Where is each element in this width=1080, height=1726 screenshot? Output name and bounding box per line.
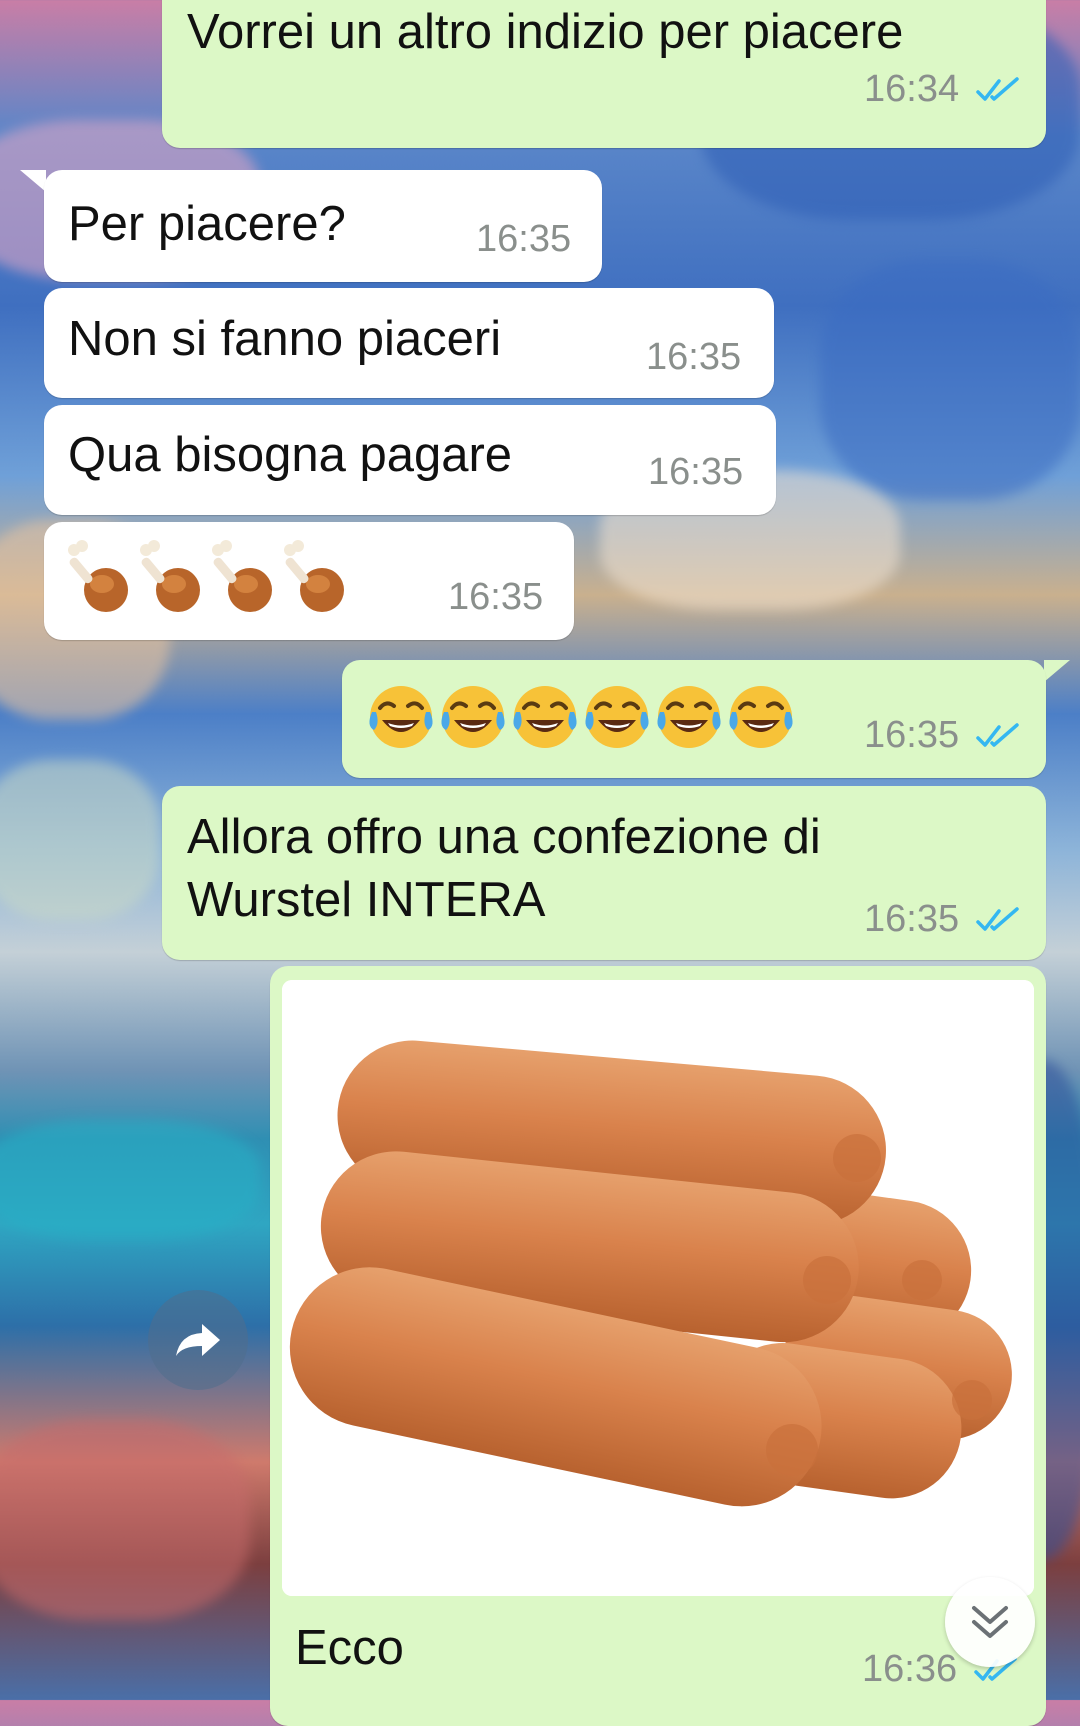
face-with-tears-of-joy-icon: [441, 686, 505, 748]
message-time: 16:35: [448, 576, 544, 618]
message-text: Vorrei un altro indizio per piacere: [187, 5, 904, 59]
image-caption: Ecco: [295, 1621, 404, 1675]
poultry-leg-icon: [212, 540, 272, 612]
message-time: 16:36: [862, 1648, 958, 1690]
emoji-row: [366, 682, 796, 752]
message-time: 16:35: [864, 714, 960, 756]
incoming-message[interactable]: Qua bisogna pagare 16:35: [44, 405, 776, 515]
message-text: Per piacere?: [68, 197, 346, 251]
double-check-icon: [976, 907, 1019, 931]
sausages-photo[interactable]: [282, 980, 1034, 1596]
outgoing-message[interactable]: Vorrei un altro indizio per piacere 16:3…: [162, 0, 1046, 148]
face-with-tears-of-joy-icon: [657, 686, 721, 748]
poultry-leg-icon: [140, 540, 200, 612]
outgoing-message[interactable]: Allora offro una confezione di Wurstel I…: [162, 786, 1046, 960]
message-time: 16:35: [864, 898, 960, 940]
face-with-tears-of-joy-icon: [369, 686, 433, 748]
incoming-message[interactable]: Non si fanno piaceri 16:35: [44, 288, 774, 398]
forward-button[interactable]: [148, 1290, 248, 1390]
double-chevron-down-icon: [972, 1606, 1008, 1638]
message-text-line: Wurstel INTERA: [187, 873, 546, 927]
message-text: Qua bisogna pagare: [68, 428, 513, 482]
double-check-icon: [976, 77, 1019, 101]
face-with-tears-of-joy-icon: [585, 686, 649, 748]
outgoing-image-message[interactable]: Ecco 16:36: [270, 966, 1046, 1726]
outgoing-message[interactable]: 16:35: [342, 660, 1046, 778]
double-check-icon: [976, 723, 1019, 747]
incoming-message[interactable]: 16:35: [44, 522, 574, 640]
message-time: 16:35: [648, 451, 744, 493]
poultry-leg-icon: [68, 540, 128, 612]
sausages-image: [282, 980, 1034, 1596]
message-text: Non si fanno piaceri: [68, 312, 502, 366]
face-with-tears-of-joy-icon: [513, 686, 577, 748]
emoji-row: [66, 540, 346, 616]
forward-arrow-icon: [176, 1324, 220, 1356]
message-time: 16:35: [476, 218, 572, 260]
bubble-tail: [1044, 660, 1070, 682]
incoming-message[interactable]: Per piacere? 16:35: [44, 170, 602, 282]
bubble-tail: [20, 170, 46, 192]
face-with-tears-of-joy-icon: [729, 686, 793, 748]
poultry-leg-icon: [284, 540, 344, 612]
message-time: 16:34: [864, 68, 960, 110]
scroll-to-bottom-button[interactable]: [945, 1577, 1035, 1667]
message-time: 16:35: [646, 336, 742, 378]
message-text-line: Allora offro una confezione di: [187, 810, 821, 864]
